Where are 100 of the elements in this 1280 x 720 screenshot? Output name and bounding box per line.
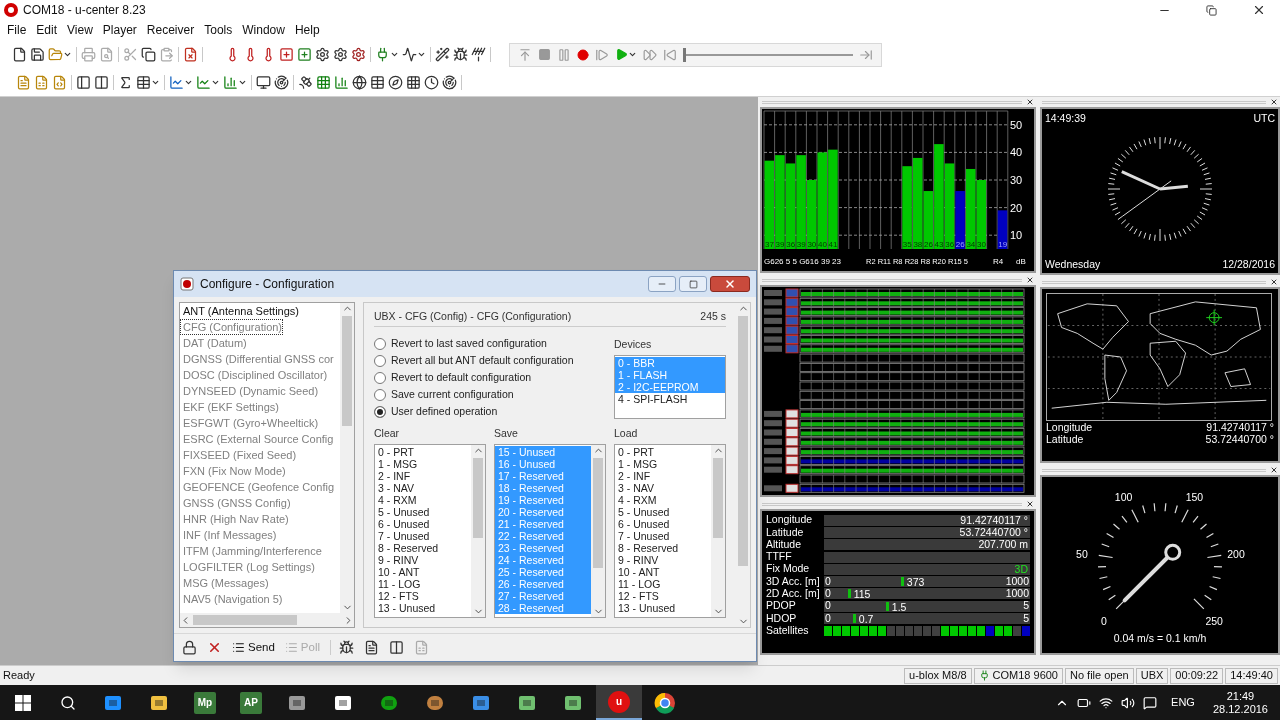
radio-label[interactable]: User defined operation [391,403,498,420]
scrollbar[interactable] [180,613,354,627]
wand-icon[interactable] [435,47,450,62]
taskbar-app[interactable]: AP [228,685,274,720]
close-icon[interactable] [1270,466,1278,474]
sigma-icon[interactable] [118,74,133,90]
radio-button[interactable] [374,354,386,367]
plus-icon[interactable] [297,47,312,62]
toolbar-button[interactable]: Send [232,638,275,657]
line-chart-icon[interactable] [196,74,211,90]
playback-slider[interactable] [683,47,853,62]
columns-icon[interactable] [389,640,405,655]
skip-end-icon[interactable] [859,47,873,62]
radar-icon[interactable] [442,74,457,90]
list-item[interactable]: 9 - RINV [375,553,471,566]
clock-icon[interactable] [424,74,439,90]
message-item[interactable]: GEOFENCE (Geofence Config [180,479,335,495]
radio-label[interactable]: Revert to default configuration [391,369,532,386]
close-icon[interactable] [1270,278,1278,286]
message-item[interactable]: GNSS (GNSS Config) [180,495,292,511]
scrollbar[interactable] [711,444,725,617]
taskbar-app[interactable]: u [596,685,642,720]
menu-item[interactable]: Window [237,21,290,39]
list-item[interactable]: 0 - PRT [615,445,711,458]
new-document-icon[interactable] [12,47,27,62]
scrollbar[interactable] [591,444,605,617]
list-item[interactable]: 6 - Unused [615,517,711,530]
list-item[interactable]: 7 - Unused [615,529,711,542]
list-item[interactable]: 10 - ANT [375,565,471,578]
close-icon[interactable] [1270,98,1278,106]
volume-icon[interactable] [1121,695,1136,710]
waveform-icon[interactable] [402,47,417,62]
message-item[interactable]: MSG (Messages) [180,575,270,591]
list-item[interactable]: 10 - ANT [615,565,711,578]
radio-button[interactable] [374,388,386,401]
message-item[interactable]: CFG (Configuration) [180,319,284,335]
erase-icon[interactable] [183,47,198,62]
radio-label[interactable]: Revert all but ANT default configuration [391,352,574,369]
list-item[interactable]: 1 - MSG [615,457,711,470]
list-item[interactable]: 2 - INF [375,469,471,482]
close-icon[interactable] [1026,500,1034,508]
plug-icon[interactable] [375,47,390,62]
caret-icon[interactable] [628,50,637,59]
lock-icon[interactable] [182,640,197,655]
menu-item[interactable]: Help [289,21,325,39]
monitor-icon[interactable] [256,74,271,90]
satellite-icon[interactable] [298,74,313,90]
message-item[interactable]: ANT (Antenna Settings) [180,303,300,319]
notification-icon[interactable] [1143,695,1158,710]
columns-icon[interactable] [94,74,109,90]
list-item[interactable]: 8 - Reserved [615,541,711,554]
tray-clock[interactable]: 21:49 28.12.2016 [1208,689,1272,716]
list-item[interactable]: 8 - Reserved [375,541,471,554]
gear-icon[interactable] [333,47,348,62]
list-item[interactable]: 13 - Unused [375,601,471,614]
scrollbar[interactable] [340,303,354,613]
gear-icon[interactable] [315,47,330,62]
list-item[interactable]: 3 - NAV [375,481,471,494]
message-item[interactable]: DAT (Datum) [180,335,248,351]
copy-icon[interactable] [141,47,156,62]
list-item[interactable]: 11 - LOG [615,577,711,590]
message-item[interactable]: DGNSS (Differential GNSS cor [180,351,335,367]
radio-button[interactable] [374,405,386,418]
list-item[interactable]: 7 - Unused [375,529,471,542]
antenna-icon[interactable] [471,47,486,62]
search-icon[interactable] [60,694,76,711]
taskbar-app[interactable]: Mp [182,685,228,720]
bug-icon[interactable] [453,47,468,62]
list-item[interactable]: 2 - INF [615,469,711,482]
list-item[interactable]: 0 - PRT [375,445,471,458]
close-button[interactable] [710,276,750,292]
list-item[interactable]: 6 - Unused [375,517,471,530]
message-item[interactable]: ITFM (Jamming/Interference [180,543,323,559]
list-item[interactable]: 4 - RXM [615,493,711,506]
table-icon[interactable] [370,74,385,90]
panel-icon[interactable] [76,74,91,90]
message-item[interactable]: DYNSEED (Dynamic Seed) [180,383,320,399]
globe-icon[interactable] [352,74,367,90]
radio-button[interactable] [374,371,386,384]
caret-icon[interactable] [417,50,426,59]
maximize-icon[interactable] [688,279,698,289]
message-item[interactable]: EKF (EKF Settings) [180,399,280,415]
bar-chart-icon[interactable] [223,74,238,90]
message-item[interactable]: NAV5 (Navigation 5) [180,591,284,607]
list-item[interactable]: 1 - MSG [375,457,471,470]
message-item[interactable]: INF (Inf Messages) [180,527,278,543]
device-item[interactable]: 4 - SPI-FLASH [615,392,725,405]
record-icon[interactable] [577,48,589,61]
code-file-icon[interactable] [52,74,67,90]
caret-icon[interactable] [63,50,72,59]
message-item[interactable]: FXN (Fix Now Mode) [180,463,287,479]
caret-icon[interactable] [390,50,399,59]
menu-item[interactable]: Player [97,21,142,39]
cancel-icon[interactable] [207,640,222,655]
radio-label[interactable]: Save current configuration [391,386,514,403]
message-item[interactable]: ESRC (External Source Config [180,431,335,447]
skip-back-icon[interactable] [663,47,677,62]
list-item[interactable]: 3 - NAV [615,481,711,494]
compass-icon[interactable] [388,74,403,90]
scrollbar[interactable] [471,444,485,617]
